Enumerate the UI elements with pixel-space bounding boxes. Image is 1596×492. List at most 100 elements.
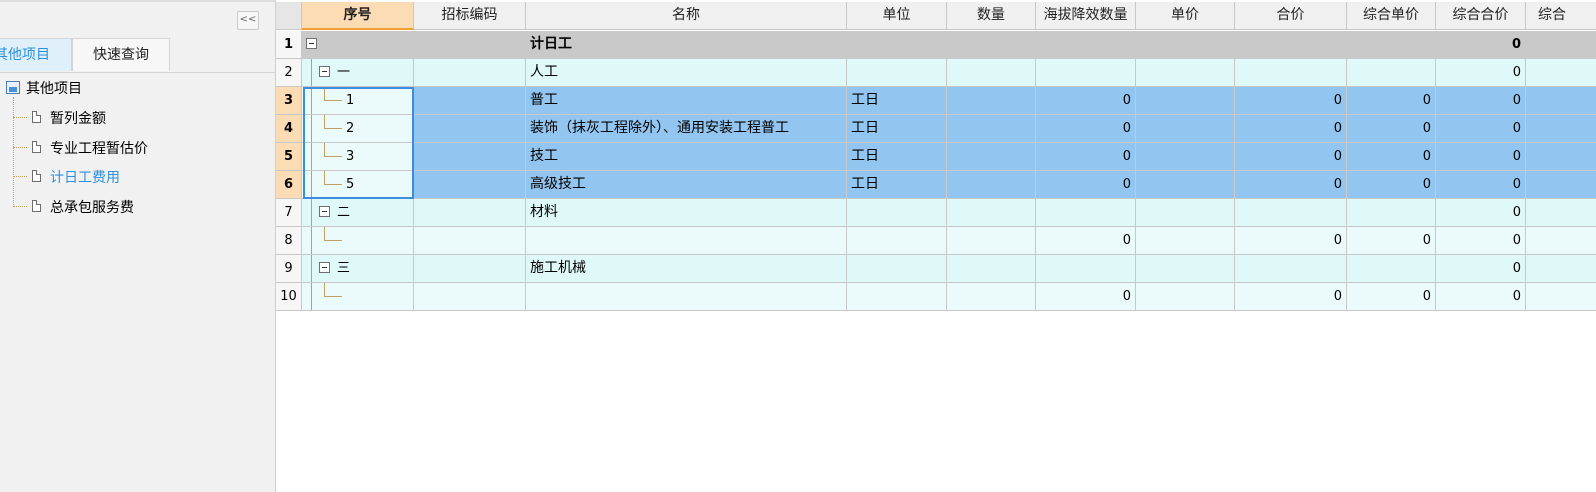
cell-name[interactable]: 普工: [526, 87, 847, 115]
cell-comp-price[interactable]: [1347, 59, 1436, 87]
collapse-toggle-icon[interactable]: [319, 262, 330, 273]
cell-price[interactable]: [1136, 143, 1235, 171]
cell-comp-price[interactable]: 0: [1347, 171, 1436, 199]
cell-seq[interactable]: 3: [302, 143, 414, 171]
cell-comp-total[interactable]: 0: [1436, 199, 1526, 227]
row-number[interactable]: 5: [276, 143, 302, 171]
col-header-comp-extra[interactable]: 综合: [1526, 2, 1596, 30]
cell-extra[interactable]: [1526, 143, 1596, 171]
cell-unit[interactable]: [847, 31, 947, 59]
cell-code[interactable]: [414, 31, 526, 59]
row-number[interactable]: 2: [276, 59, 302, 87]
cell-comp-total[interactable]: 0: [1436, 31, 1526, 59]
cell-name[interactable]: 施工机械: [526, 255, 847, 283]
cell-seq[interactable]: [302, 227, 414, 255]
cell-comp-price[interactable]: [1347, 199, 1436, 227]
collapse-panel-button[interactable]: <<: [237, 11, 259, 30]
cell-qty[interactable]: [947, 115, 1036, 143]
cell-price[interactable]: [1136, 115, 1235, 143]
cell-total[interactable]: 0: [1235, 87, 1347, 115]
cell-price[interactable]: [1136, 283, 1235, 311]
cell-comp-total[interactable]: 0: [1436, 143, 1526, 171]
table-row[interactable]: 4 2 装饰（抹灰工程除外）、通用安装工程普工 工日 0 0 0 0: [276, 115, 1596, 143]
cell-seq[interactable]: [302, 31, 414, 59]
table-row[interactable]: 1 计日工 0: [276, 31, 1596, 59]
row-number[interactable]: 4: [276, 115, 302, 143]
cell-qty[interactable]: [947, 59, 1036, 87]
cell-comp-price[interactable]: 0: [1347, 115, 1436, 143]
cell-name[interactable]: [526, 283, 847, 311]
table-row[interactable]: 6 5 高级技工 工日 0 0 0 0: [276, 171, 1596, 199]
cell-comp-price[interactable]: [1347, 31, 1436, 59]
cell-seq[interactable]: 2: [302, 115, 414, 143]
cell-comp-total[interactable]: 0: [1436, 115, 1526, 143]
collapse-toggle-icon[interactable]: [319, 206, 330, 217]
cell-seq[interactable]: [302, 283, 414, 311]
cell-price[interactable]: [1136, 227, 1235, 255]
cell-price[interactable]: [1136, 199, 1235, 227]
table-row[interactable]: 7 二 材料 0: [276, 199, 1596, 227]
tab-other-items[interactable]: 其他项目: [0, 38, 72, 71]
row-number[interactable]: 3: [276, 87, 302, 115]
cell-qty[interactable]: [947, 283, 1036, 311]
cell-name[interactable]: [526, 227, 847, 255]
cell-total[interactable]: 0: [1235, 115, 1347, 143]
cell-qty[interactable]: [947, 143, 1036, 171]
col-header-comp-price[interactable]: 综合单价: [1347, 2, 1436, 30]
cell-code[interactable]: [414, 143, 526, 171]
cell-alt-qty[interactable]: 0: [1036, 143, 1136, 171]
cell-extra[interactable]: [1526, 59, 1596, 87]
collapse-toggle-icon[interactable]: [306, 38, 317, 49]
cell-seq[interactable]: 一: [302, 59, 414, 87]
cell-unit[interactable]: [847, 227, 947, 255]
cell-code[interactable]: [414, 87, 526, 115]
cell-seq[interactable]: 二: [302, 199, 414, 227]
cell-total[interactable]: 0: [1235, 283, 1347, 311]
cell-extra[interactable]: [1526, 87, 1596, 115]
cell-extra[interactable]: [1526, 115, 1596, 143]
cell-seq[interactable]: 1: [302, 87, 414, 115]
cell-code[interactable]: [414, 255, 526, 283]
cell-name[interactable]: 计日工: [526, 31, 847, 59]
cell-qty[interactable]: [947, 227, 1036, 255]
row-number[interactable]: 8: [276, 227, 302, 255]
cell-name[interactable]: 高级技工: [526, 171, 847, 199]
cell-comp-price[interactable]: 0: [1347, 227, 1436, 255]
cell-price[interactable]: [1136, 171, 1235, 199]
collapse-toggle-icon[interactable]: [319, 66, 330, 77]
cell-alt-qty[interactable]: 0: [1036, 227, 1136, 255]
row-number[interactable]: 10: [276, 283, 302, 311]
cell-name[interactable]: 人工: [526, 59, 847, 87]
cell-code[interactable]: [414, 115, 526, 143]
cell-name[interactable]: 装饰（抹灰工程除外）、通用安装工程普工: [526, 115, 847, 143]
cell-comp-total[interactable]: 0: [1436, 283, 1526, 311]
col-header-alt-qty[interactable]: 海拔降效数量: [1036, 2, 1136, 30]
cell-alt-qty[interactable]: [1036, 31, 1136, 59]
col-header-name[interactable]: 名称: [526, 2, 847, 30]
table-row[interactable]: 10 0 0 0 0: [276, 283, 1596, 311]
cell-unit[interactable]: 工日: [847, 87, 947, 115]
row-number[interactable]: 1: [276, 31, 302, 59]
cell-comp-total[interactable]: 0: [1436, 255, 1526, 283]
cell-total[interactable]: [1235, 59, 1347, 87]
col-header-comp-total[interactable]: 综合合价: [1436, 2, 1526, 30]
row-number[interactable]: 9: [276, 255, 302, 283]
col-header-total[interactable]: 合价: [1235, 2, 1347, 30]
table-row[interactable]: 5 3 技工 工日 0 0 0 0: [276, 143, 1596, 171]
cell-alt-qty[interactable]: 0: [1036, 171, 1136, 199]
cell-extra[interactable]: [1526, 255, 1596, 283]
cell-price[interactable]: [1136, 255, 1235, 283]
col-header-qty[interactable]: 数量: [947, 2, 1036, 30]
cell-qty[interactable]: [947, 255, 1036, 283]
col-header-seq[interactable]: 序号: [302, 2, 414, 30]
cell-total[interactable]: 0: [1235, 227, 1347, 255]
cell-seq[interactable]: 5: [302, 171, 414, 199]
cell-alt-qty[interactable]: 0: [1036, 115, 1136, 143]
cell-qty[interactable]: [947, 171, 1036, 199]
cell-extra[interactable]: [1526, 199, 1596, 227]
cell-total[interactable]: 0: [1235, 171, 1347, 199]
table-row[interactable]: 9 三 施工机械 0: [276, 255, 1596, 283]
cell-qty[interactable]: [947, 31, 1036, 59]
cell-comp-price[interactable]: [1347, 255, 1436, 283]
cell-alt-qty[interactable]: [1036, 199, 1136, 227]
